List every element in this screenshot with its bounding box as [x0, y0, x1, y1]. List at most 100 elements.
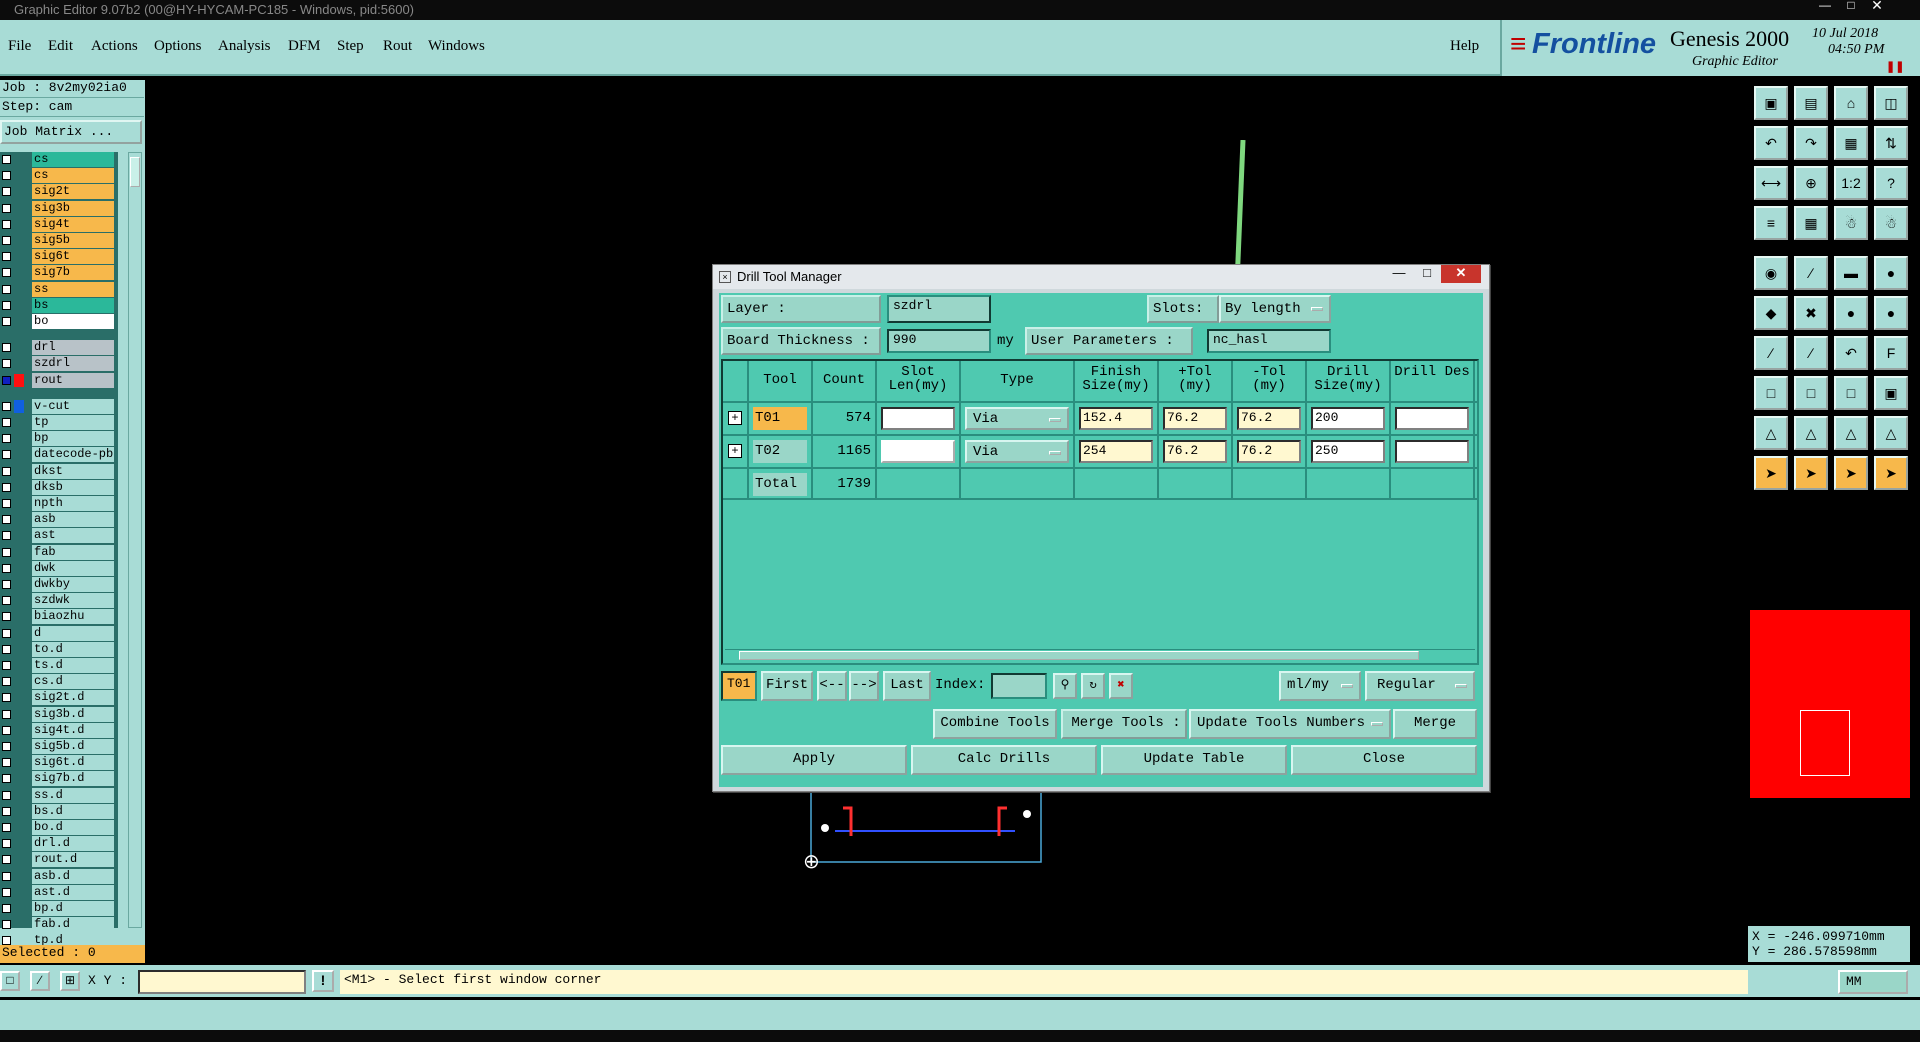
first-button[interactable]: First: [761, 671, 813, 701]
menu-actions[interactable]: Actions: [91, 38, 138, 55]
tool-name[interactable]: T01: [753, 407, 807, 430]
layer-row[interactable]: bs: [0, 297, 118, 314]
select-icon[interactable]: ◉: [1754, 256, 1788, 290]
snap-icon[interactable]: ▦: [1834, 126, 1868, 160]
layer-checkbox[interactable]: [2, 855, 11, 865]
expand-icon[interactable]: +: [728, 411, 742, 425]
zoom-center-icon[interactable]: ⊕: [1794, 166, 1828, 200]
layer-name[interactable]: ast: [32, 528, 114, 544]
layer-row[interactable]: sig4t: [0, 216, 118, 233]
layer-row[interactable]: dwk: [0, 560, 118, 577]
layer-name[interactable]: rout: [32, 372, 114, 388]
layer-checkbox[interactable]: [2, 515, 11, 525]
line-icon[interactable]: ∕: [1794, 256, 1828, 290]
grid-icon[interactable]: ▦: [1794, 206, 1828, 240]
layer-name[interactable]: szdrl: [32, 356, 114, 372]
layer-checkbox[interactable]: [2, 418, 11, 427]
layer-name[interactable]: dksb: [32, 479, 114, 495]
layer-checkbox[interactable]: [2, 171, 11, 181]
layer-checkbox[interactable]: [2, 236, 11, 245]
layer-checkbox[interactable]: [2, 806, 11, 816]
drill-des-input[interactable]: [1395, 407, 1469, 430]
menu-rout[interactable]: Rout: [383, 38, 412, 55]
table-row[interactable]: + T01 574 Via 152.4 76.2 76.2 200: [723, 401, 1477, 434]
minus-tol-input[interactable]: 76.2: [1237, 407, 1301, 430]
layer-checkbox[interactable]: [2, 482, 11, 492]
layer-row[interactable]: fab.d: [0, 917, 118, 933]
layer-name[interactable]: sig5b.d: [32, 739, 114, 754]
menu-windows[interactable]: Windows: [428, 38, 485, 55]
layer-checkbox[interactable]: [2, 499, 11, 508]
layer-row[interactable]: drl.d: [0, 836, 118, 852]
shape-icon[interactable]: □: [1754, 376, 1788, 410]
layer-name[interactable]: fab.d: [32, 917, 114, 933]
circle-icon[interactable]: ●: [1874, 256, 1908, 290]
layer-checkbox[interactable]: [2, 434, 11, 444]
refresh-icon[interactable]: ↻: [1081, 673, 1105, 699]
triangle-alt-icon[interactable]: △: [1794, 416, 1828, 450]
layer-name[interactable]: sig2t: [32, 184, 114, 200]
update-table-button[interactable]: Update Table: [1101, 745, 1287, 775]
layer-row[interactable]: sig6t: [0, 249, 118, 265]
layer-name[interactable]: asb: [32, 512, 114, 528]
connect-icon[interactable]: ◆: [1754, 296, 1788, 330]
layer-name[interactable]: datecode-pbt: [32, 447, 114, 463]
layer-row[interactable]: sig3b.d: [0, 706, 118, 723]
layer-row[interactable]: sig6t.d: [0, 755, 118, 771]
layer-name[interactable]: sig4t: [32, 216, 114, 232]
layer-name[interactable]: npth: [32, 496, 114, 511]
layer-name[interactable]: szdwk: [32, 593, 114, 609]
layer-name[interactable]: sig7b.d: [32, 771, 114, 787]
layer-name[interactable]: sig2t.d: [32, 690, 114, 706]
layer-name[interactable]: sig5b: [32, 233, 114, 248]
slot-len-input[interactable]: [881, 407, 955, 430]
layer-row[interactable]: dwkby: [0, 577, 118, 593]
layer-checkbox[interactable]: [2, 359, 11, 369]
layer-checkbox[interactable]: [2, 709, 11, 719]
menu-dfm[interactable]: DFM: [288, 38, 321, 55]
layer-checkbox[interactable]: [2, 466, 11, 476]
index-input[interactable]: [991, 673, 1047, 699]
layer-name[interactable]: sig4t.d: [32, 722, 114, 738]
layer-row[interactable]: rout.d: [0, 852, 118, 868]
layer-name[interactable]: cs: [32, 152, 114, 167]
xy-input[interactable]: [138, 970, 306, 994]
update-numbers-select[interactable]: Update Tools Numbers: [1189, 709, 1391, 739]
layer-name[interactable]: biaozhu: [32, 609, 114, 625]
shape-b-icon[interactable]: □: [1834, 376, 1868, 410]
layer-row[interactable]: szdwk: [0, 593, 118, 609]
type-select[interactable]: Via: [965, 407, 1069, 430]
layer-name[interactable]: sig6t.d: [32, 755, 114, 771]
layer-row[interactable]: drl: [0, 340, 118, 356]
calc-drills-button[interactable]: Calc Drills: [911, 745, 1097, 775]
layer-row[interactable]: bo.d: [0, 820, 118, 836]
tool-name[interactable]: T02: [753, 440, 807, 463]
layer-name[interactable]: cs.d: [32, 674, 114, 690]
layer-name[interactable]: dwk: [32, 560, 114, 576]
finish-size-input[interactable]: 254: [1079, 440, 1153, 463]
layer-row[interactable]: sig5b: [0, 233, 118, 249]
units-select[interactable]: MM: [1838, 970, 1908, 994]
layer-name[interactable]: ast.d: [32, 884, 114, 900]
dialog-close-icon[interactable]: ✕: [1441, 265, 1481, 283]
layer-name[interactable]: ts.d: [32, 658, 114, 673]
minus-tol-input[interactable]: 76.2: [1237, 440, 1301, 463]
layer-name[interactable]: fab: [32, 544, 114, 560]
slots-select[interactable]: By length: [1219, 295, 1331, 323]
layer-row[interactable]: ast: [0, 528, 118, 544]
layer-checkbox[interactable]: [2, 823, 11, 832]
layer-checkbox[interactable]: [2, 343, 11, 353]
layer-name[interactable]: cs: [32, 168, 114, 184]
layer-row[interactable]: ast.d: [0, 884, 118, 901]
layer-checkbox[interactable]: [2, 661, 11, 670]
layer-name[interactable]: sig7b: [32, 265, 114, 281]
layer-name[interactable]: bp: [32, 431, 114, 447]
layer-row[interactable]: ts.d: [0, 658, 118, 674]
expand-icon[interactable]: +: [728, 444, 742, 458]
layer-row[interactable]: dkst: [0, 463, 118, 480]
layer-checkbox[interactable]: [2, 187, 11, 197]
layer-checkbox[interactable]: [2, 547, 11, 557]
pan-icon[interactable]: ⇅: [1874, 126, 1908, 160]
layer-checkbox[interactable]: [2, 375, 11, 385]
layer-checkbox[interactable]: [2, 268, 11, 278]
